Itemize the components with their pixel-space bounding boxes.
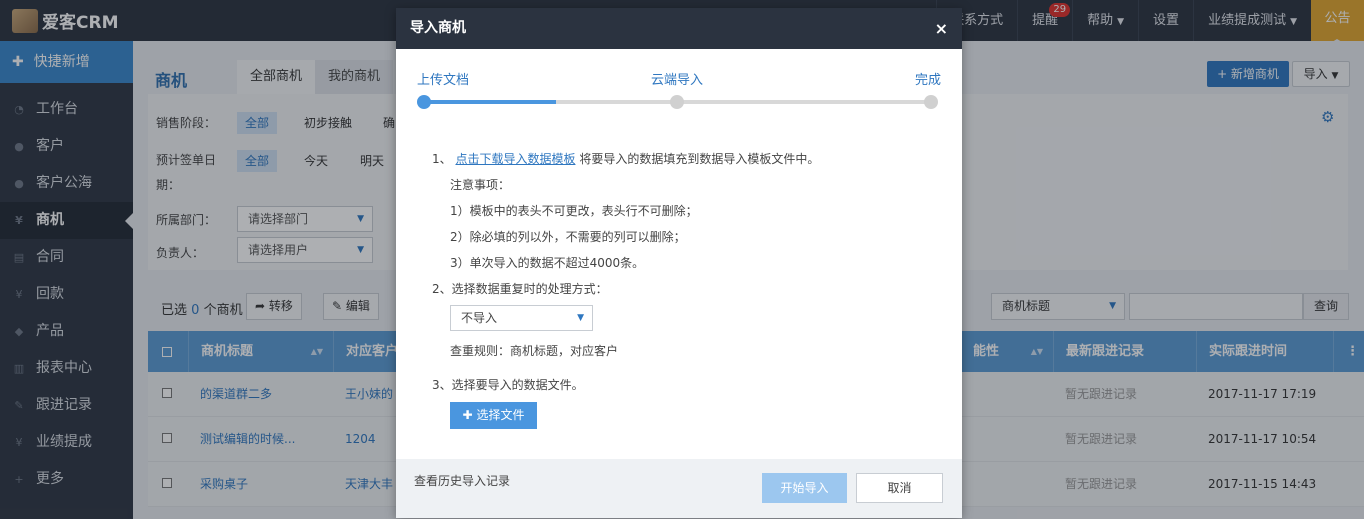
step-upload: 上传文档 <box>417 73 470 88</box>
download-template-link[interactable]: 点击下载导入数据模板 <box>455 152 575 166</box>
choose-file-label: 选择文件 <box>476 408 525 422</box>
duplicate-handling-select[interactable]: 不导入 ▼ <box>450 305 593 331</box>
caret-down-icon: ▼ <box>577 313 584 323</box>
step-dot-2 <box>670 95 684 109</box>
step1-line: 1、 点击下载导入数据模板 将要导入的数据填充到数据导入模板文件中。 <box>432 150 819 167</box>
step2-label: 2、选择数据重复时的处理方式： <box>432 282 608 296</box>
plus-icon: ✚ <box>462 408 473 422</box>
start-import-button[interactable]: 开始导入 <box>762 473 847 503</box>
step-dot-3 <box>924 95 938 109</box>
progress-fill <box>423 100 556 104</box>
note-3: 3）单次导入的数据不超过4000条。 <box>450 256 645 270</box>
step3-label: 3、选择要导入的数据文件。 <box>432 378 584 392</box>
note-1: 1）模板中的表头不可更改，表头行不可删除； <box>450 204 698 218</box>
step1-text: 将要导入的数据填充到数据导入模板文件中。 <box>579 152 820 166</box>
duplicate-select-value: 不导入 <box>461 311 498 325</box>
step-dot-1 <box>417 95 431 109</box>
close-icon[interactable]: × <box>935 8 948 49</box>
choose-file-button[interactable]: ✚ 选择文件 <box>450 402 537 429</box>
modal-footer: 查看历史导入记录 开始导入 取消 <box>396 459 962 518</box>
modal-header: 导入商机 × <box>396 8 962 49</box>
modal-title: 导入商机 <box>410 20 466 36</box>
import-history-link[interactable]: 查看历史导入记录 <box>414 472 510 489</box>
progress-steps: 上传文档 云端导入 完成 <box>417 69 941 114</box>
cancel-button[interactable]: 取消 <box>856 473 943 503</box>
import-modal: 导入商机 × 上传文档 云端导入 完成 1、 点击下载导入数据模板 将要导入的数… <box>396 8 962 518</box>
step1-number: 1、 <box>432 152 452 166</box>
step-cloud-import: 云端导入 <box>651 73 704 88</box>
note-2: 2）除必填的列以外，不需要的列可以删除； <box>450 230 686 244</box>
dedupe-rule: 查重规则：商机标题，对应客户 <box>450 344 619 358</box>
notes-title: 注意事项： <box>450 178 511 192</box>
step-done: 完成 <box>914 73 941 88</box>
